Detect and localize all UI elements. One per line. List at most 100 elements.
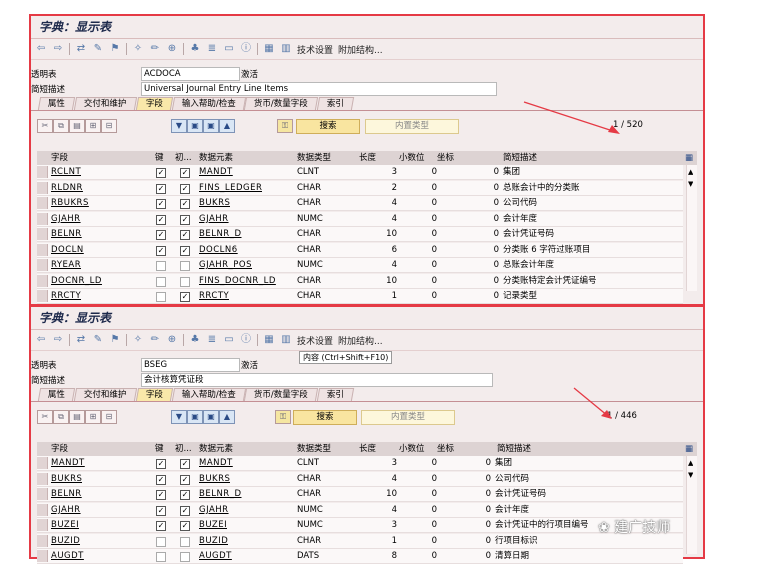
initial-checkbox[interactable]: ✓ [180,199,190,209]
where-used-icon[interactable]: ⊕ [166,334,178,346]
key-checkbox[interactable] [156,276,166,287]
table-row[interactable]: BUZID BUZID CHAR 1 0 0 行项目标识 [37,533,683,549]
tech-settings-button[interactable]: 技术设置 [297,334,333,347]
field-name[interactable]: RLDNR [51,181,83,195]
key-checkbox[interactable]: ✓ [156,214,166,225]
data-element-link[interactable]: FINS_LEDGER [199,181,262,195]
row-selector[interactable] [37,274,48,287]
back-icon[interactable]: ⇦ [35,334,47,346]
key-checkbox[interactable] [156,292,166,302]
table-row[interactable]: DOCNR_LD FINS_DOCNR_LD CHAR 10 0 0 分类账特定会计凭证编号 [37,273,683,289]
activate-icon[interactable]: ✧ [132,334,144,346]
contents-icon[interactable]: ▥ [280,334,292,346]
field-name[interactable]: BUZID [51,534,80,548]
column-settings-icon[interactable]: ▦ [685,151,693,165]
row-selector[interactable] [37,457,48,469]
grid-icon[interactable]: ▦ [263,334,275,346]
display-change-icon[interactable]: ✎ [92,43,104,55]
table-name-field[interactable]: BSEG [141,358,240,372]
filter-icon[interactable]: ▼ [171,119,187,133]
delete-row-icon[interactable]: ⊟ [101,410,117,424]
key-checkbox[interactable] [156,261,166,271]
edit-pencil-icon[interactable]: ✏ [149,334,161,346]
tab-delivery[interactable]: 交付和维护 [73,388,137,401]
initial-checkbox[interactable]: ✓ [180,459,190,469]
contents-icon[interactable]: ▥ [280,43,292,55]
row-selector[interactable] [37,472,48,485]
row-selector[interactable] [37,212,48,225]
table-row[interactable]: AUGDT AUGDT DATS 8 0 0 清算日期 [37,549,683,564]
table-row[interactable]: BELNR ✓ ✓ BELNR_D CHAR 10 0 0 会计凭证号码 [37,487,683,502]
table-row[interactable]: GJAHR ✓ ✓ GJAHR NUMC 4 0 0 会计年度 [37,211,683,227]
table-row[interactable]: BUKRS ✓ ✓ BUKRS CHAR 4 0 0 公司代码 [37,471,683,487]
table-row[interactable]: RCLNT ✓ ✓ MANDT CLNT 3 0 0 集团 [37,165,683,180]
search-button[interactable]: 搜索 [293,410,357,425]
field-name[interactable]: GJAHR [51,503,81,517]
grid-icon[interactable]: ▦ [263,43,275,55]
row-selector[interactable] [37,290,48,302]
table-row[interactable]: DOCLN ✓ ✓ DOCLN6 CHAR 6 0 0 分类账 6 字符过账项目 [37,242,683,258]
table-row[interactable]: RRCTY ✓ RRCTY CHAR 1 0 0 记录类型 [37,289,683,304]
tab-currency[interactable]: 货币/数量字段 [244,97,319,110]
table-row[interactable]: GJAHR ✓ ✓ GJAHR NUMC 4 0 0 会计年度 [37,502,683,518]
builtin-type-button[interactable]: 内置类型 [361,410,455,425]
table-row[interactable]: RLDNR ✓ ✓ FINS_LEDGER CHAR 2 0 0 总账会计中的分类账 [37,180,683,196]
data-element-link[interactable]: BELNR_D [199,227,242,241]
table-row[interactable]: BUZEI ✓ ✓ BUZEI NUMC 3 0 0 会计凭证中的行项目编号 [37,518,683,533]
data-element-link[interactable]: GJAHR_POS [199,258,252,272]
other-object-icon[interactable]: ⇄ [75,43,87,55]
field-name[interactable]: BUKRS [51,472,82,486]
info-icon[interactable]: ⓘ [240,43,252,55]
tab-delivery[interactable]: 交付和维护 [73,97,137,110]
hierarchy-icon[interactable]: ♣ [189,334,201,346]
field-name[interactable]: DOCLN [51,243,84,257]
initial-checkbox[interactable]: ✓ [180,521,190,531]
copy-icon[interactable]: ⧉ [53,119,69,133]
row-selector[interactable] [37,534,48,547]
key-checkbox[interactable]: ✓ [156,230,166,240]
tab-fields[interactable]: 字段 [135,97,173,110]
field-name[interactable]: RRCTY [51,289,81,303]
field-name[interactable]: BELNR [51,487,82,501]
scroll-down-icon[interactable]: ▼ [688,177,693,191]
insert-row-icon[interactable]: ⊞ [85,410,101,424]
align-icon[interactable]: ≣ [206,334,218,346]
field-name[interactable]: BUZEI [51,518,79,532]
row-selector[interactable] [37,519,48,531]
key-checkbox[interactable]: ✓ [156,521,166,531]
tab-input-help[interactable]: 输入帮助/检查 [171,388,246,401]
initial-checkbox[interactable] [180,261,190,271]
row-selector[interactable] [37,197,48,209]
copy-icon[interactable]: ⧉ [53,410,69,424]
data-element-link[interactable]: AUGDT [199,549,232,563]
delete-row-icon[interactable]: ⊟ [101,119,117,133]
align-icon[interactable]: ≣ [206,43,218,55]
prev-page-icon[interactable]: ▣ [203,119,219,133]
table-row[interactable]: BELNR ✓ ✓ BELNR_D CHAR 10 0 0 会计凭证号码 [37,227,683,242]
insert-row-icon[interactable]: ⊞ [85,119,101,133]
initial-checkbox[interactable] [180,536,190,547]
field-name[interactable]: RBUKRS [51,196,89,210]
key-checkbox[interactable]: ✓ [156,183,166,194]
cut-icon[interactable]: ✂ [37,410,53,424]
where-used-icon[interactable]: ⊕ [166,43,178,55]
field-name[interactable]: RYEAR [51,258,81,272]
field-name[interactable]: RCLNT [51,165,81,179]
forward-icon[interactable]: ⇨ [52,43,64,55]
prev-page-icon[interactable]: ▣ [203,410,219,424]
tab-attributes[interactable]: 属性 [37,388,76,401]
data-element-link[interactable]: GJAHR [199,503,229,517]
row-selector[interactable] [37,181,48,194]
row-selector[interactable] [37,550,48,562]
table-row[interactable]: RBUKRS ✓ ✓ BUKRS CHAR 4 0 0 公司代码 [37,196,683,211]
tech-settings-button[interactable]: 技术设置 [297,43,333,56]
key-checkbox[interactable]: ✓ [156,474,166,485]
tab-currency[interactable]: 货币/数量字段 [244,388,319,401]
column-settings-icon[interactable]: ▦ [685,442,693,456]
data-element-link[interactable]: RRCTY [199,289,229,303]
activate-icon[interactable]: ✧ [132,43,144,55]
key-icon[interactable]: ⚿ [277,119,293,133]
key-checkbox[interactable] [156,536,166,547]
check-icon[interactable]: ⚑ [109,334,121,346]
tab-indexes[interactable]: 索引 [317,97,355,110]
